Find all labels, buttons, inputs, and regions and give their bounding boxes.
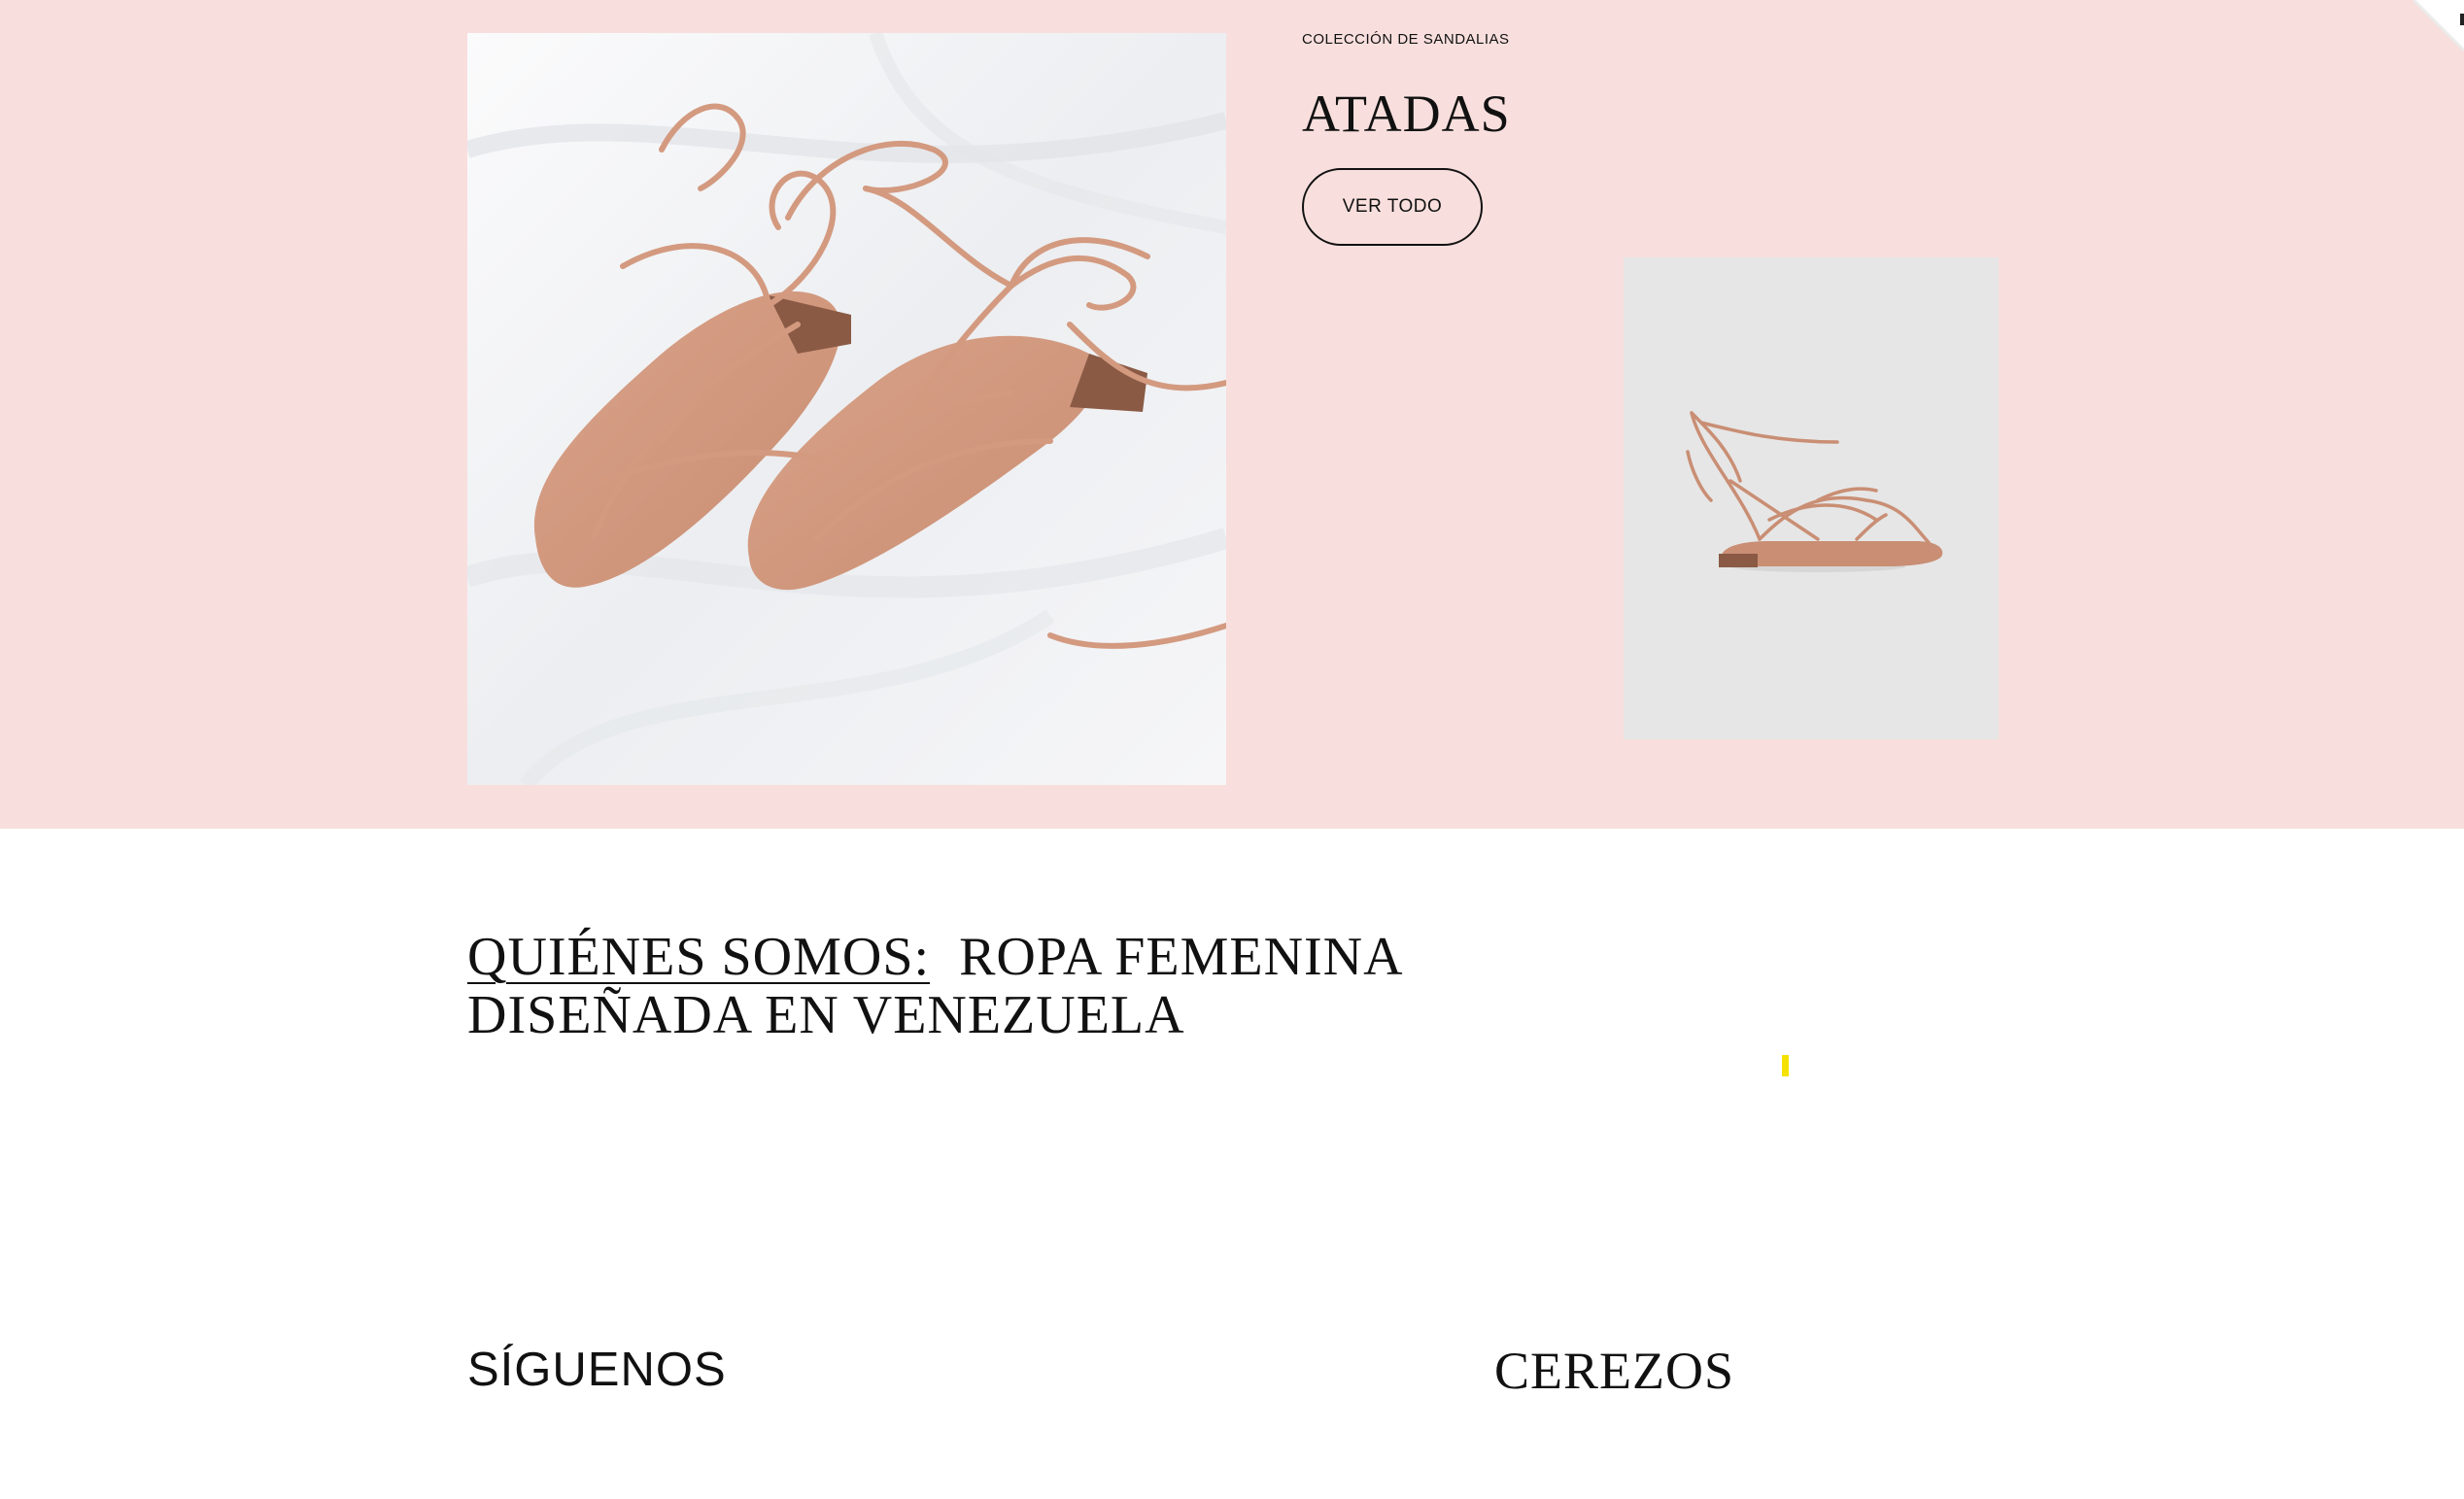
about-heading-line2: DISEÑADA EN VENEZUELA	[467, 985, 1185, 1045]
sandals-on-fabric-image	[467, 33, 1226, 785]
sandal-product-image	[1624, 257, 1999, 739]
collection-title: ATADAS	[1302, 85, 1511, 143]
page-corner-fold[interactable]	[2413, 0, 2464, 51]
sandals-collection-section: COLECCIÓN DE SANDALIAS ATADAS VER TODO	[0, 0, 2464, 829]
collection-label: COLECCIÓN DE SANDALIAS	[1302, 31, 1510, 48]
page: COLECCIÓN DE SANDALIAS ATADAS VER TODO Q…	[0, 0, 2464, 1499]
about-heading: QUIÉNES SOMOS: ROPA FEMENINA DISEÑADA EN …	[467, 928, 1439, 1044]
corner-indicator	[2460, 14, 2464, 25]
product-card[interactable]	[1624, 257, 1999, 739]
brand-name[interactable]: CEREZOS	[1494, 1341, 1734, 1401]
about-us-link[interactable]: QUIÉNES SOMOS:	[467, 927, 930, 987]
about-heading-line1: ROPA FEMENINA	[959, 927, 1404, 987]
follow-us-heading: SÍGUENOS	[467, 1344, 727, 1396]
view-all-button[interactable]: VER TODO	[1302, 168, 1483, 246]
sandals-lifestyle-photo[interactable]	[467, 33, 1226, 785]
accent-marker	[1782, 1055, 1789, 1076]
